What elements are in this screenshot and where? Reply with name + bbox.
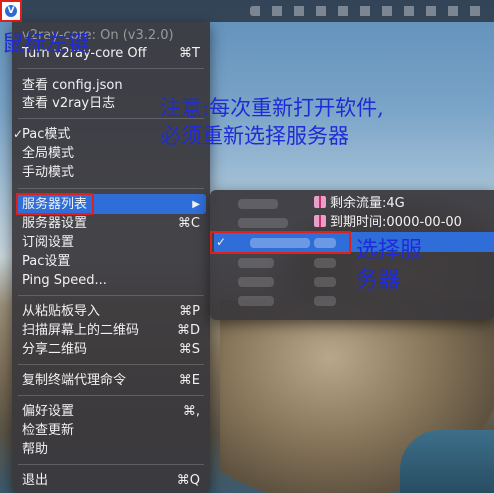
menu-separator: [18, 68, 204, 69]
submenu-server-item[interactable]: [210, 253, 494, 272]
menubar-status-icons: [250, 6, 490, 16]
menu-server-list[interactable]: 服务器列表: [22, 195, 87, 214]
menu-share-qr[interactable]: 分享二维码: [22, 340, 87, 359]
menu-separator: [18, 395, 204, 396]
scan-qr-shortcut: ⌘D: [176, 323, 200, 338]
import-clipboard-shortcut: ⌘P: [179, 304, 200, 319]
menu-preferences[interactable]: 偏好设置: [22, 402, 74, 421]
redacted-server-name: [238, 258, 274, 268]
gift-icon: [314, 215, 326, 227]
redacted-server-tag: [314, 296, 336, 306]
checkmark-icon: ✓: [13, 127, 24, 141]
submenu-arrow-icon: ▶: [192, 199, 200, 210]
redacted-server-name: [238, 218, 288, 228]
submenu-server-item[interactable]: [210, 291, 494, 310]
menu-manual-mode[interactable]: 手动模式: [22, 163, 74, 182]
menu-scan-qr[interactable]: 扫描屏幕上的二维码: [22, 321, 139, 340]
core-version: (v3.2.0): [122, 28, 174, 43]
expire-time-label: 到期时间:0000-00-00: [330, 215, 462, 230]
remaining-traffic-label: 剩余流量:4G: [330, 196, 405, 211]
quit-shortcut: ⌘Q: [176, 473, 200, 488]
menu-view-config[interactable]: 查看 config.json: [22, 76, 123, 95]
redacted-server-name: [238, 199, 278, 209]
redacted-server-tag: [314, 258, 336, 268]
turn-off-shortcut: ⌘T: [179, 46, 200, 61]
menu-check-update[interactable]: 检查更新: [22, 421, 74, 440]
menu-quit[interactable]: 退出: [22, 471, 48, 490]
annotation-marker-server-item: [210, 231, 351, 254]
menu-subscription[interactable]: 订阅设置: [22, 233, 74, 252]
menu-import-clipboard[interactable]: 从粘贴板导入: [22, 302, 100, 321]
menu-server-settings[interactable]: 服务器设置: [22, 214, 87, 233]
menu-global-mode[interactable]: 全局模式: [22, 144, 74, 163]
server-list-submenu: 剩余流量:4G 到期时间:0000-00-00 ✓: [210, 190, 494, 320]
submenu-server-item[interactable]: [210, 272, 494, 291]
v2ray-app-icon: V: [5, 5, 17, 17]
menu-pac-settings[interactable]: Pac设置: [22, 252, 70, 271]
share-qr-shortcut: ⌘S: [178, 342, 200, 357]
redacted-server-tag: [314, 277, 336, 287]
redacted-server-name: [238, 277, 274, 287]
pac-mode-label: Pac模式: [22, 127, 71, 142]
annotation-notice-line2: 必须重新选择服务器: [160, 124, 349, 148]
menubar: [0, 0, 494, 22]
redacted-server-name: [238, 296, 274, 306]
v2ray-app-icon-button[interactable]: V: [0, 0, 22, 22]
landscape-sea: [400, 430, 494, 493]
menu-separator: [18, 364, 204, 365]
menu-view-log[interactable]: 查看 v2ray日志: [22, 94, 115, 113]
annotation-select-server-line2: 务器: [356, 268, 401, 293]
gift-icon: [314, 196, 326, 208]
menu-help[interactable]: 帮助: [22, 440, 48, 459]
copy-proxy-cmd-shortcut: ⌘E: [178, 373, 200, 388]
menu-pac-mode[interactable]: ✓ Pac模式: [13, 125, 71, 144]
annotation-left-click: 鼠标左键: [2, 32, 91, 57]
annotation-notice-line1: 注意:每次重新打开软件,: [160, 96, 384, 120]
menu-separator: [18, 295, 204, 296]
server-settings-shortcut: ⌘C: [177, 216, 200, 231]
annotation-select-server-line1: 选择服: [356, 238, 423, 263]
menu-copy-proxy-cmd[interactable]: 复制终端代理命令: [22, 371, 126, 390]
menu-ping-speed[interactable]: Ping Speed...: [22, 271, 107, 290]
menu-separator: [18, 464, 204, 465]
preferences-shortcut: ⌘,: [182, 404, 200, 419]
menu-separator: [18, 188, 204, 189]
